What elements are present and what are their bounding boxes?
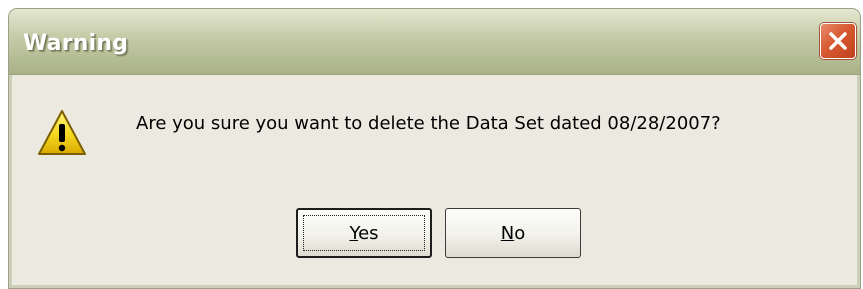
dialog-title: Warning <box>23 31 129 56</box>
title-bar[interactable]: Warning <box>9 9 860 75</box>
close-icon <box>829 32 847 50</box>
no-button-label: No <box>500 222 526 244</box>
warning-icon <box>38 110 86 155</box>
yes-button[interactable]: Yes <box>296 208 432 258</box>
confirmation-message: Are you sure you want to delete the Data… <box>136 113 721 134</box>
focus-ring <box>303 215 425 251</box>
close-button[interactable] <box>820 23 856 59</box>
warning-dialog: Warning Are you sure you want to delete … <box>8 8 861 289</box>
dialog-content: Are you sure you want to delete the Data… <box>9 75 860 288</box>
no-button[interactable]: No <box>445 208 581 258</box>
